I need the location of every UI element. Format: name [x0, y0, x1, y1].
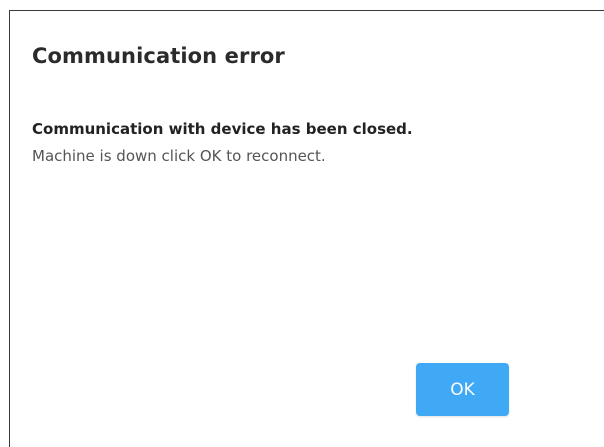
communication-error-dialog: Communication error Communication with d…	[9, 10, 604, 447]
error-message-heading: Communication with device has been close…	[32, 120, 413, 138]
dialog-title: Communication error	[32, 44, 285, 68]
error-message-detail: Machine is down click OK to reconnect.	[32, 147, 326, 165]
ok-button[interactable]: OK	[416, 363, 509, 416]
